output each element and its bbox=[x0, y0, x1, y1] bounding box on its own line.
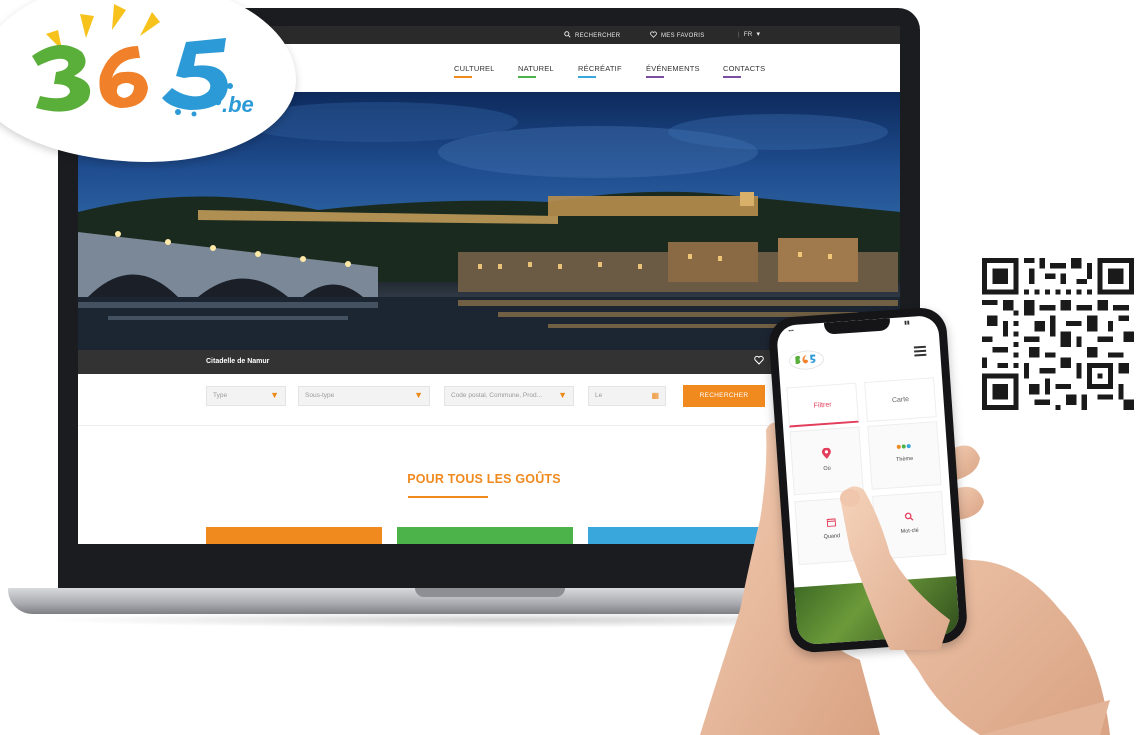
brand-logo: .be bbox=[0, 0, 300, 150]
nav-label: CULTUREL bbox=[454, 64, 495, 73]
laptop-hinge-notch bbox=[415, 588, 565, 597]
heart-icon bbox=[650, 31, 657, 40]
nav-item-contacts[interactable]: CONTACTS bbox=[723, 64, 765, 78]
logo-tld: .be bbox=[222, 92, 254, 117]
location-select-placeholder: Code postal, Commune, Prod... bbox=[451, 392, 543, 399]
promo-composition: RECHERCHER MES FAVORIS | FR ▾ CULTUREL N… bbox=[0, 0, 1146, 735]
nav-item-naturel[interactable]: NATUREL bbox=[518, 64, 554, 78]
nav-underline bbox=[646, 76, 664, 78]
phone-tabs: Filtrer Carte bbox=[786, 377, 938, 428]
nav-underline bbox=[578, 76, 596, 78]
nav-label: CONTACTS bbox=[723, 64, 766, 73]
search-icon bbox=[564, 31, 571, 40]
status-battery-icon: ▮▮ bbox=[903, 319, 910, 327]
category-card-naturel[interactable] bbox=[397, 527, 573, 544]
nav-item-evenements[interactable]: ÉVÉNEMENTS bbox=[646, 64, 700, 78]
qr-code-graphic bbox=[982, 258, 1134, 410]
pointing-finger bbox=[840, 486, 950, 650]
tab-filtrer[interactable]: Filtrer bbox=[786, 382, 859, 428]
category-card-culturel[interactable] bbox=[206, 527, 382, 544]
date-field-placeholder: Le bbox=[595, 392, 603, 399]
topbar-favorites-label: MES FAVORIS bbox=[661, 32, 705, 39]
section-title-underline bbox=[408, 496, 488, 498]
location-pin-icon bbox=[792, 446, 861, 465]
dots-icon bbox=[870, 440, 939, 455]
phone-notch bbox=[823, 318, 891, 335]
logo-365-be: .be bbox=[32, 4, 254, 117]
date-field[interactable]: Le ▦ bbox=[588, 386, 666, 406]
nav-item-recreatif[interactable]: RÉCRÉATIF bbox=[578, 64, 622, 78]
chevron-down-icon: ▾ bbox=[756, 31, 761, 38]
app-logo-icon bbox=[789, 350, 824, 370]
qr-code[interactable] bbox=[982, 258, 1134, 410]
topbar-divider: | bbox=[738, 31, 740, 38]
caret-down-icon: ▼ bbox=[414, 390, 423, 400]
hamburger-menu-icon[interactable] bbox=[913, 345, 927, 359]
calendar-icon: ▦ bbox=[651, 391, 659, 400]
type-select[interactable]: Type ▼ bbox=[206, 386, 286, 406]
caret-down-icon: ▼ bbox=[558, 390, 567, 400]
sun-rays-icon bbox=[46, 4, 160, 50]
status-time-icon: ▪▪▪ bbox=[788, 327, 794, 335]
topbar-favorites-link[interactable]: MES FAVORIS bbox=[650, 31, 705, 40]
filter-cell-label: Thème bbox=[895, 455, 914, 464]
language-label: FR bbox=[743, 31, 753, 38]
topbar-search-label: RECHERCHER bbox=[575, 32, 621, 39]
topbar-search-link[interactable]: RECHERCHER bbox=[564, 31, 620, 40]
section-title: POUR TOUS LES GOÛTS bbox=[407, 472, 561, 486]
language-selector[interactable]: | FR ▾ bbox=[738, 31, 760, 38]
nav-underline bbox=[723, 76, 741, 78]
caret-down-icon: ▼ bbox=[270, 390, 279, 400]
subtype-select[interactable]: Sous-type ▼ bbox=[298, 386, 430, 406]
nav-underline bbox=[518, 76, 536, 78]
nav-label: NATUREL bbox=[518, 64, 554, 73]
favorite-heart-icon[interactable] bbox=[754, 355, 764, 368]
nav-label: RÉCRÉATIF bbox=[578, 64, 622, 73]
tab-carte[interactable]: Carte bbox=[864, 377, 937, 423]
hero-caption-text: Citadelle de Namur bbox=[206, 358, 270, 365]
type-select-placeholder: Type bbox=[213, 392, 228, 399]
app-logo[interactable] bbox=[788, 349, 826, 376]
search-button[interactable]: RECHERCHER bbox=[683, 385, 765, 407]
nav-underline bbox=[454, 76, 472, 78]
location-select[interactable]: Code postal, Commune, Prod... ▼ bbox=[444, 386, 574, 406]
nav-item-culturel[interactable]: CULTUREL bbox=[454, 64, 495, 78]
subtype-select-placeholder: Sous-type bbox=[305, 392, 335, 399]
nav-label: ÉVÉNEMENTS bbox=[646, 64, 700, 73]
